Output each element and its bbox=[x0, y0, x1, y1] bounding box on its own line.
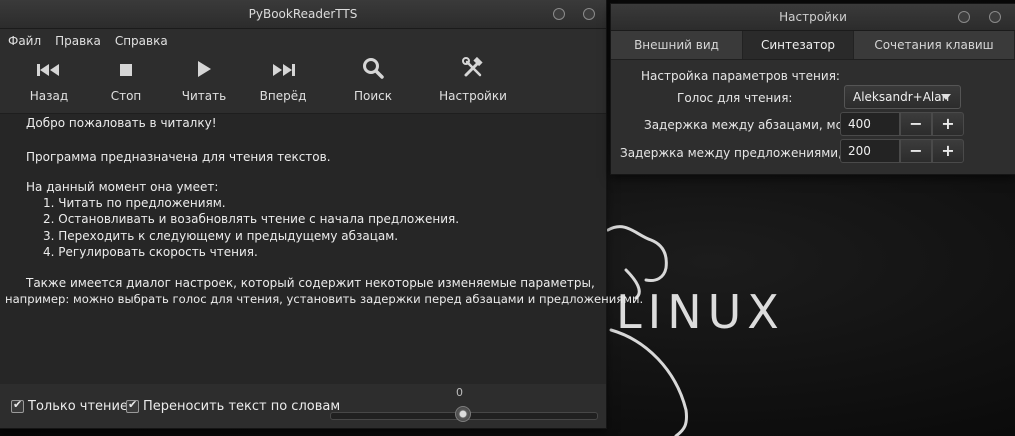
linux-logo: LINUX bbox=[606, 225, 779, 436]
text-line: Программа предназначена для чтения текст… bbox=[26, 150, 331, 164]
reading-settings-heading: Настройка параметров чтения: bbox=[641, 69, 840, 83]
voice-select-value: Aleksandr+Alan bbox=[853, 90, 950, 104]
settings-minimize-button[interactable] bbox=[958, 11, 970, 23]
settings-tabs: Внешний вид Синтезатор Сочетания клавиш bbox=[611, 31, 1015, 60]
word-wrap-checkbox[interactable]: Переносить текст по словам bbox=[126, 398, 341, 414]
read-label: Читать bbox=[181, 89, 227, 103]
sentence-delay-input[interactable]: 200 bbox=[840, 139, 900, 163]
settings-title: Настройки bbox=[779, 10, 847, 24]
voice-select[interactable]: Aleksandr+Alan bbox=[844, 85, 961, 109]
tab-synthesizer[interactable]: Синтезатор bbox=[743, 31, 854, 59]
forward-button[interactable]: Вперёд bbox=[243, 53, 323, 109]
read-button[interactable]: Читать bbox=[164, 53, 244, 109]
settings-label: Настройки bbox=[439, 89, 507, 103]
sentence-delay-decrement-button[interactable]: − bbox=[900, 139, 932, 163]
tab-shortcuts[interactable]: Сочетания клавиш bbox=[854, 31, 1015, 59]
menubar: Файл Правка Справка bbox=[0, 29, 606, 53]
search-icon bbox=[333, 57, 413, 87]
menu-edit[interactable]: Правка bbox=[55, 34, 101, 48]
settings-window: Настройки Внешний вид Синтезатор Сочетан… bbox=[611, 4, 1015, 174]
settings-close-button[interactable] bbox=[989, 11, 1001, 23]
text-line: Добро пожаловать в читалку! bbox=[26, 116, 217, 130]
text-line: Также имеется диалог настроек, который с… bbox=[26, 276, 595, 290]
back-button[interactable]: Назад bbox=[9, 53, 89, 109]
minimize-button[interactable] bbox=[553, 8, 565, 20]
sentence-delay-spinbox: 200 − + bbox=[840, 139, 965, 163]
read-only-label: Только чтение bbox=[28, 399, 129, 414]
stop-button[interactable]: Стоп bbox=[86, 53, 166, 109]
tools-icon bbox=[433, 56, 513, 87]
text-line: 2. Остановливать и возабновлять чтение с… bbox=[43, 212, 460, 226]
settings-button[interactable]: Настройки bbox=[433, 53, 513, 109]
check-icon bbox=[126, 398, 139, 413]
skip-forward-icon bbox=[243, 57, 323, 87]
word-wrap-label: Переносить текст по словам bbox=[143, 399, 341, 414]
play-icon bbox=[164, 57, 244, 87]
main-titlebar[interactable]: PyBookReaderTTS bbox=[0, 0, 606, 29]
tab-appearance[interactable]: Внешний вид bbox=[611, 31, 743, 59]
paragraph-delay-label: Задержка между абзацами, мс: bbox=[644, 118, 847, 132]
window-title: PyBookReaderTTS bbox=[248, 7, 358, 21]
paragraph-delay-spinbox: 400 − + bbox=[840, 112, 965, 136]
chevron-down-icon bbox=[941, 94, 951, 100]
forward-label: Вперёд bbox=[259, 89, 307, 103]
check-icon bbox=[11, 398, 24, 413]
skip-back-icon bbox=[9, 57, 89, 87]
text-line: например: можно выбрать голос для чтения… bbox=[5, 292, 644, 306]
menu-help[interactable]: Справка bbox=[115, 34, 168, 48]
bottom-bar: Только чтение Переносить текст по словам… bbox=[0, 384, 606, 428]
back-label: Назад bbox=[29, 89, 69, 103]
voice-label: Голос для чтения: bbox=[677, 91, 793, 105]
stop-label: Стоп bbox=[110, 89, 142, 103]
text-line: 1. Читать по предложениям. bbox=[43, 196, 226, 210]
sentence-delay-label: Задержка между предложениями, мс: bbox=[620, 146, 866, 160]
toolbar: Назад Стоп Читать Вперёд Поиск Настройки bbox=[0, 53, 606, 114]
sentence-delay-increment-button[interactable]: + bbox=[932, 139, 964, 163]
close-button[interactable] bbox=[583, 8, 595, 20]
text-line: 3. Переходить к следующему и предыдущему… bbox=[43, 229, 399, 243]
speed-slider-handle[interactable] bbox=[455, 406, 471, 422]
paragraph-delay-input[interactable]: 400 bbox=[840, 112, 900, 136]
text-line: На данный момент она умеет: bbox=[26, 180, 219, 194]
main-window: PyBookReaderTTS Файл Правка Справка Наза… bbox=[0, 0, 643, 428]
stop-icon bbox=[86, 57, 166, 87]
menu-file[interactable]: Файл bbox=[8, 34, 41, 48]
settings-titlebar[interactable]: Настройки bbox=[611, 4, 1015, 31]
text-line: 4. Регулировать скорость чтения. bbox=[43, 245, 258, 259]
paragraph-delay-increment-button[interactable]: + bbox=[932, 112, 964, 136]
read-only-checkbox[interactable]: Только чтение bbox=[11, 398, 129, 414]
paragraph-delay-decrement-button[interactable]: − bbox=[900, 112, 932, 136]
speed-slider-value: 0 bbox=[456, 386, 463, 399]
book-text-area[interactable]: Добро пожаловать в читалку! Программа пр… bbox=[0, 113, 643, 385]
search-button[interactable]: Поиск bbox=[333, 53, 413, 109]
search-label: Поиск bbox=[353, 89, 392, 103]
